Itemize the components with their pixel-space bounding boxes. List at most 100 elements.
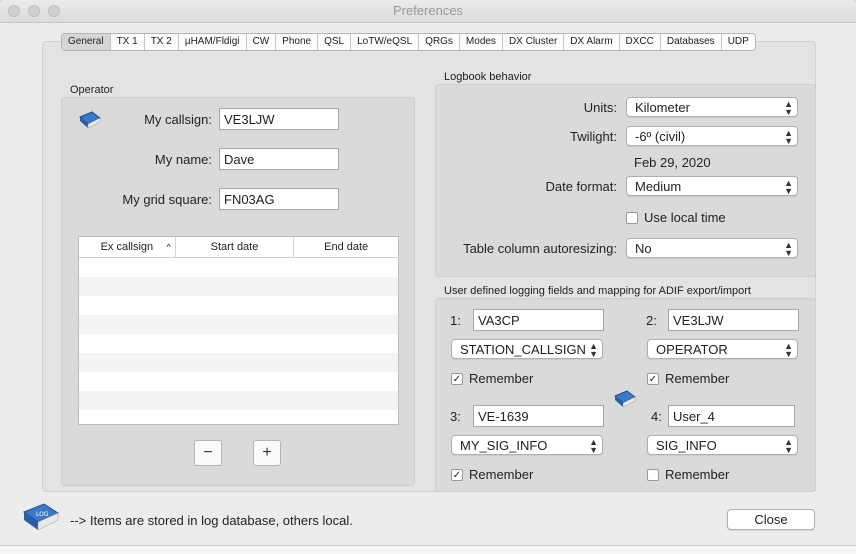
updown-chevron-icon: ▲ ▼ bbox=[784, 178, 793, 196]
tab-qrgs[interactable]: QRGs bbox=[419, 34, 460, 50]
column-header-end-date[interactable]: End date bbox=[294, 237, 398, 257]
field-4-mapping-select[interactable]: SIG_INFO ▲ ▼ bbox=[647, 435, 798, 455]
operator-group-label: Operator bbox=[70, 84, 114, 96]
add-row-button[interactable]: + bbox=[253, 440, 281, 466]
footer-note: --> Items are stored in log database, ot… bbox=[70, 513, 353, 528]
tab-udp[interactable]: UDP bbox=[722, 34, 755, 50]
checkbox-box[interactable] bbox=[626, 211, 638, 224]
autoresize-value: No bbox=[635, 241, 652, 256]
table-row bbox=[79, 353, 398, 372]
tab-bar: General TX 1 TX 2 µHAM/Fldigi CW Phone Q… bbox=[61, 33, 756, 51]
field-4-remember-checkbox[interactable]: Remember bbox=[647, 467, 729, 482]
tab-qsl[interactable]: QSL bbox=[318, 34, 352, 50]
use-local-time-checkbox[interactable]: Use local time bbox=[626, 210, 726, 225]
table-row bbox=[79, 391, 398, 410]
tab-tx2[interactable]: TX 2 bbox=[145, 34, 179, 50]
window-title: Preferences bbox=[392, 3, 464, 18]
updown-chevron-icon: ▲ ▼ bbox=[784, 341, 793, 359]
autoresize-label: Table column autoresizing: bbox=[463, 241, 617, 256]
field-4-input[interactable]: User_4 bbox=[668, 405, 795, 427]
field-2-mapping-value: OPERATOR bbox=[656, 342, 728, 357]
remember-label: Remember bbox=[665, 371, 730, 386]
tab-phone[interactable]: Phone bbox=[276, 34, 319, 50]
checkmark-icon[interactable]: ✓ bbox=[647, 372, 659, 385]
sort-ascending-icon: ^ bbox=[166, 242, 171, 252]
grid-square-field[interactable]: FN03AG bbox=[219, 188, 339, 210]
tab-general[interactable]: General bbox=[62, 34, 111, 50]
ex-callsign-header-label: Ex callsign bbox=[100, 241, 154, 253]
date-format-value: Medium bbox=[635, 179, 682, 194]
column-header-start-date[interactable]: Start date bbox=[176, 237, 295, 257]
field-1-mapping-value: STATION_CALLSIGN bbox=[460, 342, 586, 357]
preferences-window: Preferences General TX 1 TX 2 µHAM/Fldig… bbox=[0, 0, 856, 553]
tab-tx1[interactable]: TX 1 bbox=[111, 34, 145, 50]
field-1-input[interactable]: VA3CP bbox=[473, 309, 604, 331]
log-book-icon bbox=[79, 111, 101, 129]
grid-square-label: My grid square: bbox=[122, 192, 212, 207]
logbook-group-label: Logbook behavior bbox=[444, 71, 532, 83]
tab-modes[interactable]: Modes bbox=[460, 34, 503, 50]
remove-row-button[interactable]: − bbox=[194, 440, 222, 466]
log-book-icon bbox=[614, 390, 636, 408]
updown-chevron-icon: ▲ ▼ bbox=[589, 437, 598, 455]
checkbox-box[interactable] bbox=[647, 468, 659, 481]
callsign-field[interactable]: VE3LJW bbox=[219, 108, 339, 130]
units-select[interactable]: Kilometer ▲ ▼ bbox=[626, 97, 798, 117]
tab-dx-alarm[interactable]: DX Alarm bbox=[564, 34, 620, 50]
updown-chevron-icon: ▲ ▼ bbox=[784, 437, 793, 455]
remember-label: Remember bbox=[665, 467, 730, 482]
field-2-mapping-select[interactable]: OPERATOR ▲ ▼ bbox=[647, 339, 798, 359]
checkmark-icon[interactable]: ✓ bbox=[451, 372, 463, 385]
date-format-select[interactable]: Medium ▲ ▼ bbox=[626, 176, 798, 196]
name-label: My name: bbox=[154, 152, 212, 167]
name-field[interactable]: Dave bbox=[219, 148, 339, 170]
adif-group-label: User defined logging fields and mapping … bbox=[444, 285, 751, 297]
ex-callsign-table[interactable]: Ex callsign ^ Start date End date bbox=[78, 236, 399, 425]
date-preview: Feb 29, 2020 bbox=[634, 155, 711, 170]
twilight-value: -6º (civil) bbox=[635, 129, 686, 144]
tab-cw[interactable]: CW bbox=[247, 34, 277, 50]
field-4-number: 4: bbox=[651, 409, 662, 424]
date-format-label: Date format: bbox=[545, 179, 617, 194]
table-row bbox=[79, 334, 398, 353]
field-2-input[interactable]: VE3LJW bbox=[668, 309, 799, 331]
table-row bbox=[79, 258, 398, 277]
twilight-select[interactable]: -6º (civil) ▲ ▼ bbox=[626, 126, 798, 146]
updown-chevron-icon: ▲ ▼ bbox=[784, 128, 793, 146]
autoresize-select[interactable]: No ▲ ▼ bbox=[626, 238, 798, 258]
updown-chevron-icon: ▲ ▼ bbox=[784, 99, 793, 117]
callsign-label: My callsign: bbox=[144, 112, 212, 127]
column-header-ex-callsign[interactable]: Ex callsign ^ bbox=[79, 237, 176, 257]
twilight-label: Twilight: bbox=[570, 129, 617, 144]
field-2-remember-checkbox[interactable]: ✓ Remember bbox=[647, 371, 729, 386]
use-local-time-label: Use local time bbox=[644, 210, 726, 225]
field-3-mapping-value: MY_SIG_INFO bbox=[460, 438, 548, 453]
tab-databases[interactable]: Databases bbox=[661, 34, 722, 50]
field-4-mapping-value: SIG_INFO bbox=[656, 438, 717, 453]
table-row bbox=[79, 277, 398, 296]
field-3-mapping-select[interactable]: MY_SIG_INFO ▲ ▼ bbox=[451, 435, 603, 455]
checkmark-icon[interactable]: ✓ bbox=[451, 468, 463, 481]
field-1-remember-checkbox[interactable]: ✓ Remember bbox=[451, 371, 533, 386]
units-label: Units: bbox=[583, 100, 617, 115]
tab-lotw-eqsl[interactable]: LoTW/eQSL bbox=[351, 34, 420, 50]
field-3-input[interactable]: VE-1639 bbox=[473, 405, 604, 427]
tab-dx-cluster[interactable]: DX Cluster bbox=[503, 34, 565, 50]
field-1-mapping-select[interactable]: STATION_CALLSIGN ▲ ▼ bbox=[451, 339, 603, 359]
tab-uham-fldigi[interactable]: µHAM/Fldigi bbox=[179, 34, 247, 50]
log-book-icon: LOG bbox=[22, 503, 60, 531]
table-header: Ex callsign ^ Start date End date bbox=[79, 237, 398, 258]
table-row bbox=[79, 296, 398, 315]
field-3-remember-checkbox[interactable]: ✓ Remember bbox=[451, 467, 533, 482]
field-2-number: 2: bbox=[646, 313, 657, 328]
title-bar: Preferences bbox=[0, 0, 856, 23]
close-button[interactable]: Close bbox=[727, 509, 815, 530]
updown-chevron-icon: ▲ ▼ bbox=[784, 240, 793, 258]
tab-dxcc[interactable]: DXCC bbox=[620, 34, 661, 50]
log-book-label: LOG bbox=[36, 511, 49, 518]
field-1-number: 1: bbox=[450, 313, 461, 328]
table-row bbox=[79, 372, 398, 391]
table-row bbox=[79, 315, 398, 334]
units-value: Kilometer bbox=[635, 100, 690, 115]
updown-chevron-icon: ▲ ▼ bbox=[589, 341, 598, 359]
